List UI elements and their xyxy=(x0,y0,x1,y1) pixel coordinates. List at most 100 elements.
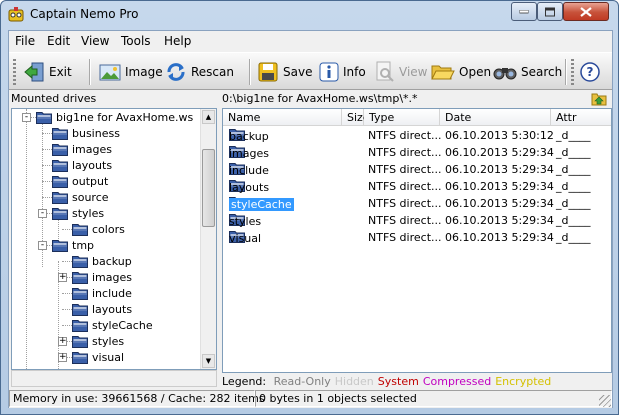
open-button[interactable]: Open xyxy=(431,58,491,86)
image-button[interactable]: Image xyxy=(99,58,163,86)
toolbar: Exit Image Rescan Save Info View Open Se… xyxy=(9,52,612,90)
rescan-icon xyxy=(167,63,185,81)
tree-item[interactable]: colors xyxy=(72,221,125,237)
column-date[interactable]: Date xyxy=(440,109,551,126)
tree-item[interactable]: images xyxy=(52,141,112,157)
tree-item[interactable]: images xyxy=(72,269,132,285)
minimize-button[interactable] xyxy=(511,2,537,21)
save-button[interactable]: Save xyxy=(257,58,312,86)
close-button[interactable] xyxy=(563,2,609,21)
folder-icon xyxy=(36,111,52,124)
tree-line xyxy=(42,149,52,150)
column-name[interactable]: Name xyxy=(223,109,342,126)
file-attr: _d____ xyxy=(556,231,591,244)
menu-tools[interactable]: Tools xyxy=(121,34,151,48)
tree-scroll-thumb[interactable] xyxy=(202,149,215,227)
tree-item[interactable]: styles xyxy=(52,205,104,221)
tree-line xyxy=(42,181,52,182)
current-path: 0:\big1ne for AvaxHome.ws\tmp\*.* xyxy=(222,92,418,105)
tree-horizontal-scrollbar[interactable] xyxy=(11,370,217,387)
help-button[interactable]: ? xyxy=(579,58,605,86)
folder-icon xyxy=(72,223,88,236)
file-row[interactable]: backup NTFS direct... 06.10.2013 5:30:12 _d… xyxy=(223,127,611,144)
expand-icon[interactable]: + xyxy=(58,337,67,346)
maximize-button[interactable] xyxy=(537,2,563,21)
file-row[interactable]: images NTFS direct... 06.10.2013 5:29:34 _d… xyxy=(223,144,611,161)
toolbar-grip[interactable] xyxy=(13,59,16,85)
column-size[interactable]: Size xyxy=(342,109,370,126)
app-window: Captain Nemo Pro File Edit View Tools He… xyxy=(0,0,619,415)
collapse-icon[interactable]: - xyxy=(22,113,31,122)
file-row[interactable]: styleCache NTFS direct... 06.10.2013 5:29:… xyxy=(223,195,611,212)
view-button[interactable]: View xyxy=(375,58,427,86)
scroll-up-arrow[interactable]: ▲ xyxy=(202,110,215,124)
tree-item-label: layouts xyxy=(92,302,133,316)
toolbar-separator xyxy=(565,59,567,85)
tree-item-label: tmp xyxy=(72,238,95,252)
file-date: 06.10.2013 5:29:34 xyxy=(445,197,554,210)
expand-icon[interactable]: + xyxy=(58,273,67,282)
tree-item[interactable]: business xyxy=(52,125,120,141)
file-name-cell: styles xyxy=(229,213,261,228)
info-label: Info xyxy=(343,65,366,79)
help-icon: ? xyxy=(580,62,600,82)
file-list[interactable]: Name Size Type Date Attr backup NTFS dire… xyxy=(222,108,612,373)
column-type[interactable]: Type xyxy=(364,109,440,126)
folder-icon xyxy=(52,175,68,188)
menu-help[interactable]: Help xyxy=(164,34,191,48)
toolbar-grip[interactable] xyxy=(571,59,574,85)
info-button[interactable]: Info xyxy=(319,58,366,86)
expand-icon[interactable]: + xyxy=(58,353,67,362)
file-date: 06.10.2013 5:29:34 xyxy=(445,163,554,176)
tree-item[interactable]: big1ne for AvaxHome.ws xyxy=(36,109,193,125)
file-type: NTFS direct... xyxy=(368,214,442,227)
maximize-icon xyxy=(545,7,555,16)
search-button[interactable]: Search xyxy=(493,58,562,86)
tree-item[interactable]: source xyxy=(52,189,109,205)
tree-item[interactable]: visual xyxy=(72,349,124,365)
selection-status: 0 bytes in 1 objects selected xyxy=(255,390,612,407)
folder-icon xyxy=(52,239,68,252)
file-attr: _d____ xyxy=(556,163,591,176)
up-folder-icon[interactable] xyxy=(591,91,607,106)
tree-item[interactable]: styleCache xyxy=(72,317,153,333)
column-attr[interactable]: Attr xyxy=(551,109,611,126)
file-type: NTFS direct... xyxy=(368,163,442,176)
tree-item-label: backup xyxy=(92,254,132,268)
tree-item-label: big1ne for AvaxHome.ws xyxy=(56,110,194,124)
title-bar[interactable]: Captain Nemo Pro xyxy=(1,1,618,29)
view-icon xyxy=(376,61,394,82)
exit-button[interactable]: Exit xyxy=(23,58,72,86)
tree-item-label: source xyxy=(72,190,109,204)
menu-view[interactable]: View xyxy=(81,34,109,48)
file-attr: _d____ xyxy=(556,180,591,193)
legend-item: Encrypted xyxy=(495,375,552,388)
tree-item[interactable]: layouts xyxy=(52,157,112,173)
file-type: NTFS direct... xyxy=(368,129,442,142)
resize-grip[interactable] xyxy=(599,395,611,407)
file-date: 06.10.2013 5:29:34 xyxy=(445,180,554,193)
folder-icon xyxy=(52,191,68,204)
tree-item[interactable]: layouts xyxy=(72,301,132,317)
rescan-button[interactable]: Rescan xyxy=(165,58,234,86)
file-row[interactable]: layouts NTFS direct... 06.10.2013 5:29:34 _… xyxy=(223,178,611,195)
file-row[interactable]: visual NTFS direct... 06.10.2013 5:29:34 _d… xyxy=(223,229,611,246)
tree-item[interactable]: backup xyxy=(72,253,132,269)
tree-vertical-scrollbar[interactable]: ▲ ▼ xyxy=(200,109,216,369)
folder-tree[interactable]: ▲ ▼ - big1ne for AvaxHome.ws business image… xyxy=(11,108,217,370)
collapse-icon[interactable]: - xyxy=(38,241,47,250)
menu-file[interactable]: File xyxy=(15,34,35,48)
file-name-cell: images xyxy=(229,145,269,160)
tree-item[interactable]: styles xyxy=(72,333,124,349)
tree-item[interactable]: include xyxy=(72,285,132,301)
menu-edit[interactable]: Edit xyxy=(47,34,70,48)
file-row[interactable]: styles NTFS direct... 06.10.2013 5:29:34 _d… xyxy=(223,212,611,229)
binoculars-icon xyxy=(493,68,517,80)
tree-item[interactable]: output xyxy=(52,173,108,189)
tree-item[interactable]: tmp xyxy=(52,237,94,253)
file-row[interactable]: include NTFS direct... 06.10.2013 5:29:34 _… xyxy=(223,161,611,178)
collapse-icon[interactable]: - xyxy=(38,209,47,218)
file-name-cell: visual xyxy=(229,230,261,245)
scroll-down-arrow[interactable]: ▼ xyxy=(202,354,215,368)
tree-item-label: styleCache xyxy=(92,318,153,332)
